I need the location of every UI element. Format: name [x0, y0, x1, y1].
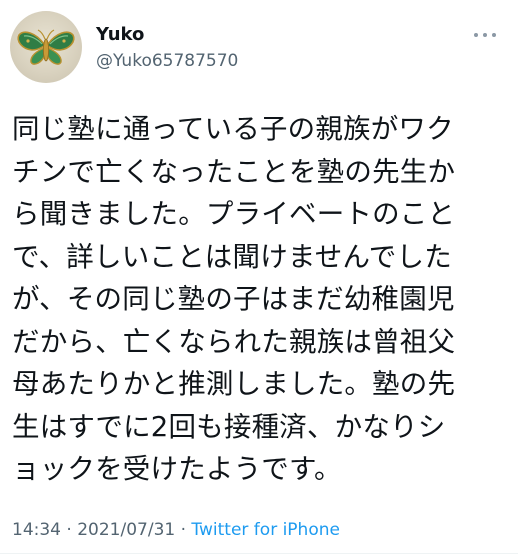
tweet-text-line: 同じ塾に通っている子の親族がワク — [12, 113, 454, 145]
tweet-card: Yuko @Yuko65787570 同じ塾に通っている子の親族がワク チンで亡… — [0, 0, 518, 560]
dot — [474, 33, 478, 37]
tweet-text: 同じ塾に通っている子の親族がワク チンで亡くなったことを塾の先生か ら聞きました… — [12, 108, 506, 491]
tweet-text-line: ら聞きました。プライベートのこと — [12, 198, 456, 230]
tweet-text-line: だから、亡くなられた親族は曾祖父 — [12, 325, 456, 358]
butterfly-brooch-icon — [17, 29, 75, 65]
tweet-source-link[interactable]: Twitter for iPhone — [191, 520, 340, 540]
tweet-text-line: 母あたりかと推測しました。塾の先 — [12, 368, 456, 400]
tweet-text-line: ョックを受けたようです。 — [12, 453, 342, 485]
more-options-icon[interactable] — [474, 30, 496, 40]
tweet-metadata: 14:34 · 2021/07/31 · Twitter for iPhone — [12, 518, 340, 542]
dot — [483, 33, 487, 37]
tweet-time[interactable]: 14:34 — [12, 520, 61, 540]
tweet-text-line: が、その同じ塾の子はまだ幼稚園児 — [12, 283, 455, 315]
meta-separator: · — [61, 520, 78, 540]
meta-separator: · — [175, 520, 192, 540]
user-handle[interactable]: @Yuko65787570 — [96, 50, 238, 72]
dot — [492, 33, 496, 37]
tweet-text-line: 生はすでに2回も接種済、かなりシ — [12, 410, 446, 443]
tweet-date[interactable]: 2021/07/31 — [77, 520, 175, 540]
tweet-text-line: チンで亡くなったことを塾の先生か — [12, 155, 456, 188]
avatar[interactable] — [10, 11, 82, 83]
divider — [0, 553, 518, 554]
tweet-text-line: で、詳しいことは聞けませんでした — [12, 240, 452, 273]
display-name[interactable]: Yuko — [96, 24, 144, 46]
